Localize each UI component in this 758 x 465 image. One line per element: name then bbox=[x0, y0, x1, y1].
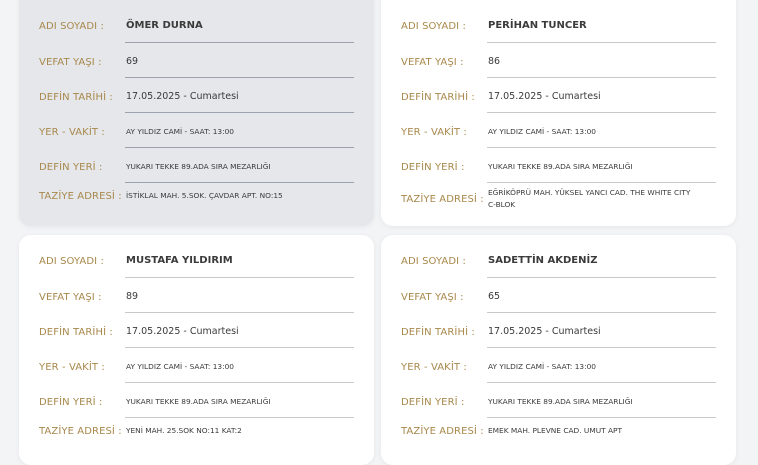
divider bbox=[125, 182, 354, 183]
burial-date-row: DEFİN TARİHİ : 17.05.2025 - Cumartesi bbox=[401, 322, 716, 342]
deceased-name: PERİHAN TUNCER bbox=[488, 20, 587, 31]
condolence-address-value: YENİ MAH. 25.SOK NO:11 KAT:2 bbox=[126, 426, 242, 435]
place-time-value: AY YILDIZ CAMİ - SAAT: 13:00 bbox=[126, 127, 234, 136]
divider bbox=[487, 347, 716, 348]
burial-date-row: DEFİN TARİHİ : 17.05.2025 - Cumartesi bbox=[401, 87, 716, 107]
burial-place-row: DEFİN YERİ : YUKARI TEKKE 89.ADA SIRA ME… bbox=[39, 392, 354, 412]
name-row: ADI SOYADI : PERİHAN TUNCER bbox=[401, 16, 716, 36]
age-value: 86 bbox=[488, 56, 501, 67]
condolence-address-label: TAZİYE ADRESİ : bbox=[401, 193, 484, 205]
divider bbox=[125, 277, 354, 278]
divider bbox=[487, 77, 716, 78]
deceased-name: ÖMER DURNA bbox=[126, 20, 203, 31]
condolence-address-row: TAZİYE ADRESİ : EMEK MAH. PLEVNE CAD. UM… bbox=[401, 421, 716, 441]
divider bbox=[125, 42, 354, 43]
divider bbox=[125, 312, 354, 313]
burial-date-label: DEFİN TARİHİ : bbox=[39, 91, 113, 103]
burial-place-value: YUKARI TEKKE 89.ADA SIRA MEZARLIĞI bbox=[126, 162, 271, 171]
burial-date-value: 17.05.2025 - Cumartesi bbox=[126, 326, 239, 337]
condolence-address-label: TAZİYE ADRESİ : bbox=[39, 425, 122, 437]
condolence-address-value: İSTİKLAL MAH. 5.SOK. ÇAVDAR APT. NO:15 bbox=[126, 191, 283, 200]
divider bbox=[487, 312, 716, 313]
divider bbox=[125, 382, 354, 383]
age-label: VEFAT YAŞI : bbox=[39, 291, 102, 303]
place-time-value: AY YILDIZ CAMİ - SAAT: 13:00 bbox=[488, 127, 596, 136]
divider bbox=[125, 112, 354, 113]
name-label: ADI SOYADI : bbox=[401, 20, 466, 32]
burial-date-value: 17.05.2025 - Cumartesi bbox=[488, 326, 601, 337]
name-row: ADI SOYADI : MUSTAFA YILDIRIM bbox=[39, 251, 354, 271]
burial-date-label: DEFİN TARİHİ : bbox=[39, 326, 113, 338]
condolence-address-label: TAZİYE ADRESİ : bbox=[401, 425, 484, 437]
condolence-address-value: EMEK MAH. PLEVNE CAD. UMUT APT bbox=[488, 426, 623, 435]
condolence-address-value: EĞRİKÖPRÜ MAH. YÜKSEL YANCI CAD. THE WHI… bbox=[488, 188, 691, 209]
burial-date-label: DEFİN TARİHİ : bbox=[401, 91, 475, 103]
place-time-label: YER - VAKİT : bbox=[401, 361, 467, 373]
name-label: ADI SOYADI : bbox=[39, 255, 104, 267]
age-row: VEFAT YAŞI : 89 bbox=[39, 287, 354, 307]
name-label: ADI SOYADI : bbox=[401, 255, 466, 267]
place-time-row: YER - VAKİT : AY YILDIZ CAMİ - SAAT: 13:… bbox=[39, 122, 354, 142]
age-label: VEFAT YAŞI : bbox=[401, 56, 464, 68]
condolence-address-row: TAZİYE ADRESİ : İSTİKLAL MAH. 5.SOK. ÇAV… bbox=[39, 185, 354, 207]
burial-date-row: DEFİN TARİHİ : 17.05.2025 - Cumartesi bbox=[39, 322, 354, 342]
obituary-card[interactable]: ADI SOYADI : PERİHAN TUNCER VEFAT YAŞI :… bbox=[381, 0, 736, 226]
burial-date-row: DEFİN TARİHİ : 17.05.2025 - Cumartesi bbox=[39, 87, 354, 107]
condolence-address-row: TAZİYE ADRESİ : EĞRİKÖPRÜ MAH. YÜKSEL YA… bbox=[401, 186, 716, 212]
deceased-name: MUSTAFA YILDIRIM bbox=[126, 255, 233, 266]
deceased-name: SADETTİN AKDENİZ bbox=[488, 255, 598, 266]
place-time-row: YER - VAKİT : AY YILDIZ CAMİ - SAAT: 13:… bbox=[401, 122, 716, 142]
age-label: VEFAT YAŞI : bbox=[401, 291, 464, 303]
divider bbox=[125, 77, 354, 78]
burial-place-label: DEFİN YERİ : bbox=[39, 161, 103, 173]
name-label: ADI SOYADI : bbox=[39, 20, 104, 32]
place-time-label: YER - VAKİT : bbox=[39, 361, 105, 373]
obituary-card[interactable]: ADI SOYADI : MUSTAFA YILDIRIM VEFAT YAŞI… bbox=[19, 235, 374, 465]
name-row: ADI SOYADI : SADETTİN AKDENİZ bbox=[401, 251, 716, 271]
divider bbox=[487, 182, 716, 183]
condolence-address-row: TAZİYE ADRESİ : YENİ MAH. 25.SOK NO:11 K… bbox=[39, 421, 354, 441]
place-time-row: YER - VAKİT : AY YILDIZ CAMİ - SAAT: 13:… bbox=[401, 357, 716, 377]
obituary-card[interactable]: ADI SOYADI : ÖMER DURNA VEFAT YAŞI : 69 … bbox=[19, 0, 374, 226]
divider bbox=[487, 277, 716, 278]
burial-place-label: DEFİN YERİ : bbox=[39, 396, 103, 408]
place-time-value: AY YILDIZ CAMİ - SAAT: 13:00 bbox=[488, 362, 596, 371]
divider bbox=[487, 42, 716, 43]
burial-place-label: DEFİN YERİ : bbox=[401, 161, 465, 173]
divider bbox=[125, 147, 354, 148]
age-row: VEFAT YAŞI : 65 bbox=[401, 287, 716, 307]
burial-place-value: YUKARI TEKKE 89.ADA SIRA MEZARLIĞI bbox=[126, 397, 271, 406]
divider bbox=[125, 417, 354, 418]
burial-place-value: YUKARI TEKKE 89.ADA SIRA MEZARLIĞI bbox=[488, 162, 633, 171]
burial-place-value: YUKARI TEKKE 89.ADA SIRA MEZARLIĞI bbox=[488, 397, 633, 406]
age-value: 89 bbox=[126, 291, 139, 302]
burial-date-value: 17.05.2025 - Cumartesi bbox=[126, 91, 239, 102]
obituary-card[interactable]: ADI SOYADI : SADETTİN AKDENİZ VEFAT YAŞI… bbox=[381, 235, 736, 465]
divider bbox=[125, 347, 354, 348]
divider bbox=[487, 147, 716, 148]
age-row: VEFAT YAŞI : 69 bbox=[39, 52, 354, 72]
place-time-value: AY YILDIZ CAMİ - SAAT: 13:00 bbox=[126, 362, 234, 371]
burial-place-row: DEFİN YERİ : YUKARI TEKKE 89.ADA SIRA ME… bbox=[401, 392, 716, 412]
place-time-label: YER - VAKİT : bbox=[401, 126, 467, 138]
divider bbox=[487, 112, 716, 113]
burial-date-value: 17.05.2025 - Cumartesi bbox=[488, 91, 601, 102]
divider bbox=[487, 417, 716, 418]
age-row: VEFAT YAŞI : 86 bbox=[401, 52, 716, 72]
place-time-row: YER - VAKİT : AY YILDIZ CAMİ - SAAT: 13:… bbox=[39, 357, 354, 377]
burial-date-label: DEFİN TARİHİ : bbox=[401, 326, 475, 338]
place-time-label: YER - VAKİT : bbox=[39, 126, 105, 138]
burial-place-label: DEFİN YERİ : bbox=[401, 396, 465, 408]
burial-place-row: DEFİN YERİ : YUKARI TEKKE 89.ADA SIRA ME… bbox=[401, 157, 716, 177]
name-row: ADI SOYADI : ÖMER DURNA bbox=[39, 16, 354, 36]
divider bbox=[487, 382, 716, 383]
age-value: 69 bbox=[126, 56, 139, 67]
age-label: VEFAT YAŞI : bbox=[39, 56, 102, 68]
condolence-address-label: TAZİYE ADRESİ : bbox=[39, 190, 122, 202]
burial-place-row: DEFİN YERİ : YUKARI TEKKE 89.ADA SIRA ME… bbox=[39, 157, 354, 177]
age-value: 65 bbox=[488, 291, 501, 302]
